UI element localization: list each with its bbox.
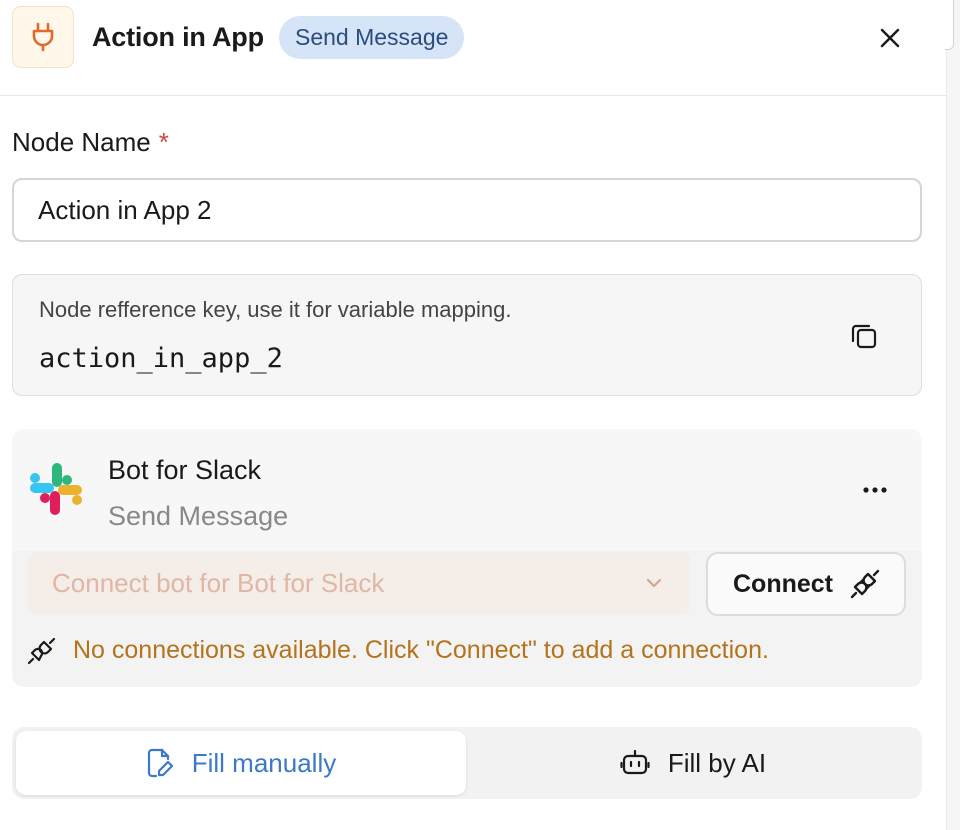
plug-icon <box>12 6 74 68</box>
tab-fill-manually[interactable]: Fill manually <box>16 731 466 795</box>
connect-button[interactable]: Connect <box>706 552 906 616</box>
node-name-label: Node Name * <box>12 127 169 158</box>
plug-connect-icon <box>849 568 881 600</box>
close-icon <box>880 28 900 48</box>
required-mark: * <box>158 127 169 157</box>
node-name-label-text: Node Name <box>12 127 151 157</box>
more-options-button[interactable] <box>855 475 895 505</box>
chevron-down-icon <box>646 552 662 614</box>
connect-button-label: Connect <box>733 569 833 598</box>
tab-fill-by-ai-label: Fill by AI <box>667 747 767 778</box>
connection-select-placeholder: Connect bot for Bot for Slack <box>52 568 385 598</box>
node-name-input[interactable] <box>12 178 922 242</box>
close-button[interactable] <box>870 18 910 58</box>
connection-select[interactable]: Connect bot for Bot for Slack <box>28 552 690 614</box>
more-horizontal-icon <box>863 487 887 493</box>
connected-app-action: Send Message <box>108 501 289 531</box>
disconnected-plug-icon <box>28 637 56 665</box>
connection-card: Bot for Slack Send Message Connect bot f… <box>12 429 922 687</box>
robot-icon <box>620 749 650 775</box>
tab-fill-manually-label: Fill manually <box>191 747 337 778</box>
panel-resize-handle[interactable] <box>945 0 954 50</box>
panel-header: Action in App Send Message <box>0 0 946 96</box>
connected-app-name: Bot for Slack <box>108 455 262 485</box>
panel-title: Action in App <box>92 22 264 52</box>
reference-key: action_in_app_2 <box>39 343 283 374</box>
reference-key-box: Node refference key, use it for variable… <box>12 274 922 396</box>
action-node-panel: Action in App Send Message Node Name* No… <box>0 0 946 830</box>
slack-logo <box>30 463 82 515</box>
action-badge: Send Message <box>279 16 465 59</box>
no-connections-warning: No connections available. Click "Connect… <box>73 636 769 664</box>
reference-hint: Node refference key, use it for variable… <box>39 297 512 322</box>
copy-button[interactable] <box>847 319 881 353</box>
fill-mode-tabs: Fill manually Fill by AI <box>12 727 922 799</box>
tab-fill-by-ai[interactable]: Fill by AI <box>468 731 918 795</box>
canvas-edge <box>945 0 960 830</box>
edit-file-icon <box>147 748 173 778</box>
connection-card-header <box>12 429 922 551</box>
copy-icon <box>851 324 877 349</box>
